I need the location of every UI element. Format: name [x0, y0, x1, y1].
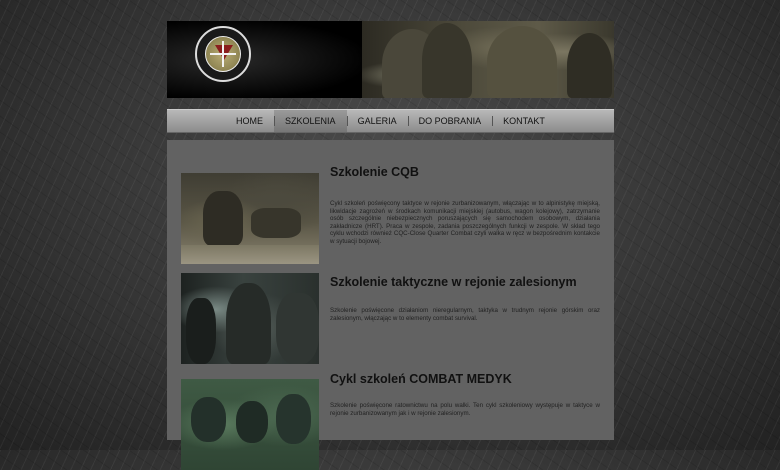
thumb-soldier-figure: [226, 283, 271, 364]
banner-dark-panel: [167, 21, 362, 98]
thumb-soldier-figure: [186, 298, 216, 364]
article-thumbnail-combat-medyk[interactable]: [181, 379, 319, 470]
article-description: Szkolenie poświęcone działaniom nieregul…: [330, 307, 600, 322]
article-title[interactable]: Szkolenie CQB: [330, 165, 419, 179]
article-thumbnail-cqb[interactable]: [181, 173, 319, 264]
banner-soldier-figure: [567, 33, 612, 98]
thumb-ground: [181, 245, 319, 264]
article-description: Szkolenie poświęcone ratownictwu na polu…: [330, 402, 600, 417]
thumb-soldier-figure: [203, 191, 243, 246]
nav-galeria[interactable]: GALERIA: [346, 110, 408, 132]
header-banner: [167, 21, 614, 98]
nav-do-pobrania[interactable]: DO POBRANIA: [407, 110, 493, 132]
thumb-soldier-figure: [236, 401, 268, 443]
content-area: Szkolenie CQB Cykl szkoleń poświęcony ta…: [167, 140, 614, 470]
banner-soldier-figure: [487, 26, 557, 98]
article-thumbnail-taktyczne[interactable]: [181, 273, 319, 364]
thumb-soldier-figure: [251, 208, 301, 238]
site-wrapper: HOME SZKOLENIA GALERIA DO POBRANIA KONTA…: [167, 21, 614, 470]
article-title[interactable]: Szkolenie taktyczne w rejonie zalesionym: [330, 275, 577, 289]
main-navigation: HOME SZKOLENIA GALERIA DO POBRANIA KONTA…: [167, 109, 614, 133]
thumb-soldier-figure: [191, 397, 226, 442]
nav-kontakt[interactable]: KONTAKT: [492, 110, 556, 132]
article-title[interactable]: Cykl szkoleń COMBAT MEDYK: [330, 372, 512, 386]
emblem-crosshair-horizontal: [210, 53, 236, 55]
banner-soldiers-photo: [362, 21, 614, 98]
nav-home[interactable]: HOME: [225, 110, 274, 132]
banner-soldier-figure: [422, 23, 472, 98]
article-description: Cykl szkoleń poświęcony taktyce w rejoni…: [330, 200, 600, 245]
thumb-soldier-figure: [276, 394, 311, 444]
emblem-inner-ring: [205, 36, 241, 72]
nav-szkolenia[interactable]: SZKOLENIA: [274, 110, 347, 132]
unit-emblem-logo[interactable]: [195, 26, 251, 82]
thumb-soldier-figure: [276, 293, 319, 364]
